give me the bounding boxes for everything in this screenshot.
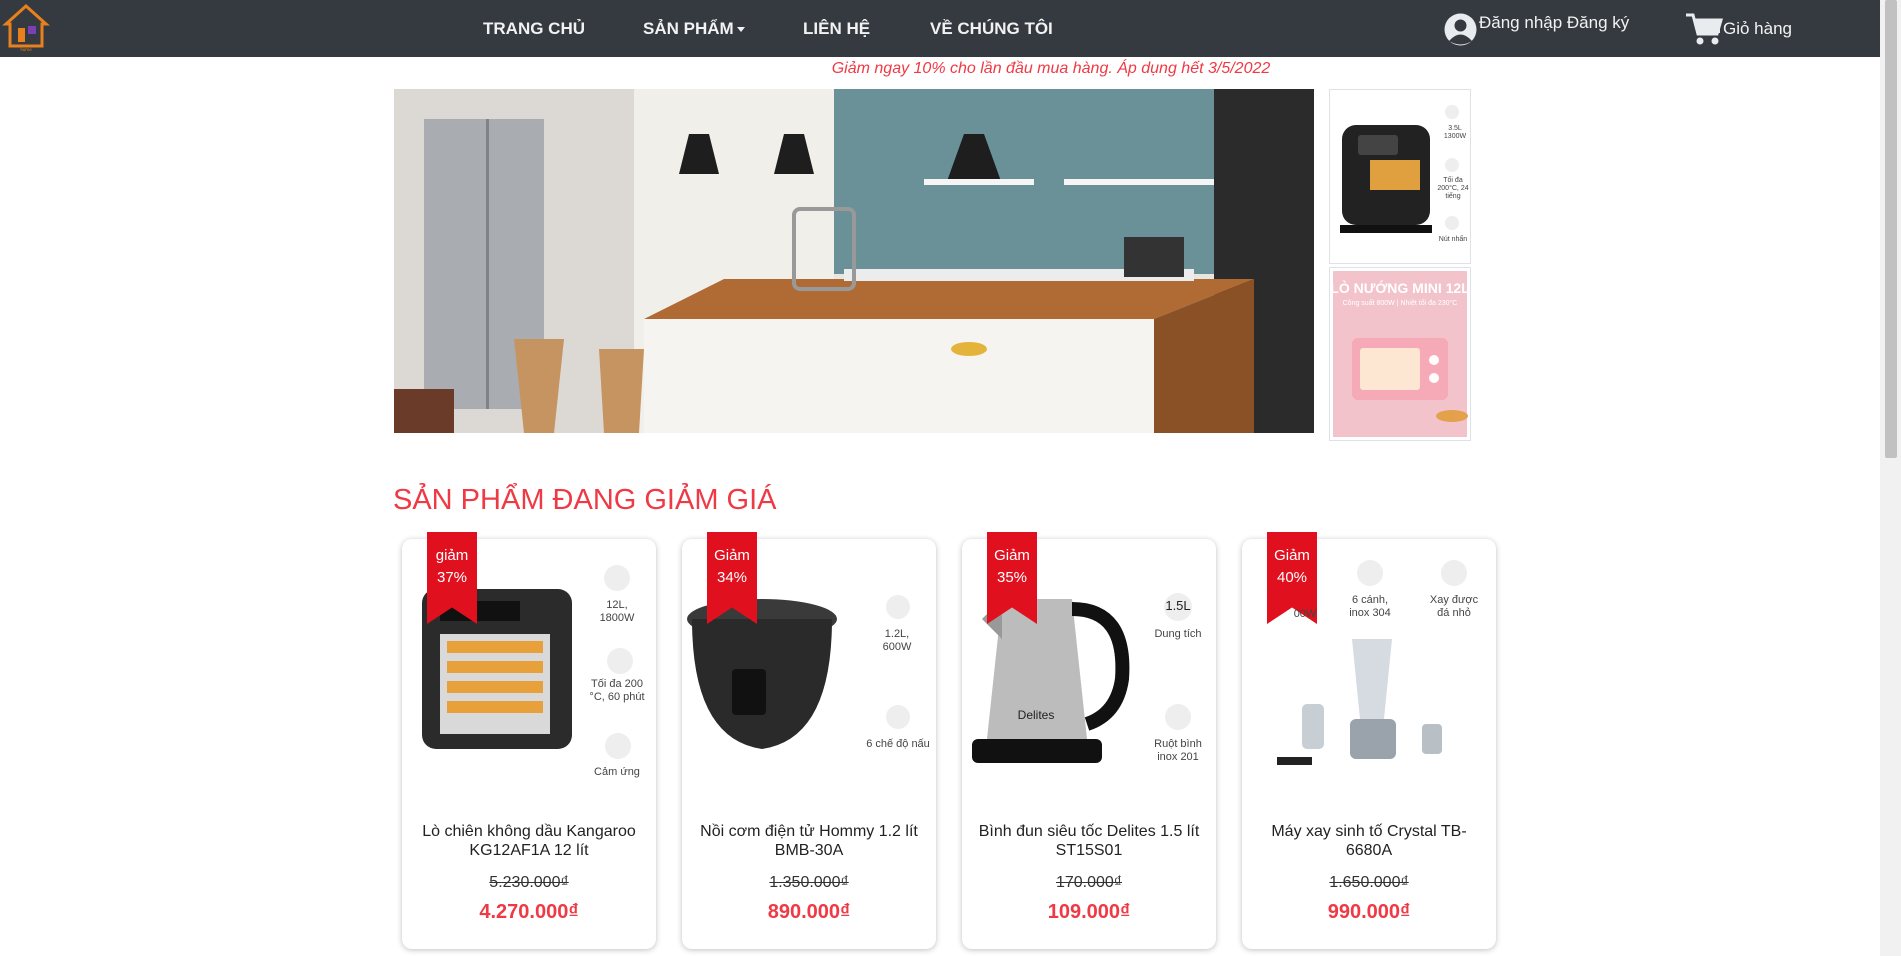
oven-banner-title: LÒ NƯỚNG MINI 12L xyxy=(1330,280,1470,296)
product-feature: 1.2L, 600W xyxy=(882,628,912,653)
cart-icon xyxy=(1686,13,1723,45)
discount-word: Giảm xyxy=(714,547,750,564)
product-name[interactable]: Nồi cơm điện tử Hommy 1.2 lít BMB-30A xyxy=(692,822,926,860)
discount-word: Giảm xyxy=(994,547,1030,564)
nav-contact[interactable]: LIÊN HỆ xyxy=(803,19,870,39)
nav-about[interactable]: VỀ CHÚNG TÔI xyxy=(930,19,1053,39)
oven-banner-subtitle: Công suất 800W | Nhiệt tối đa 230°C xyxy=(1342,300,1458,307)
top-navbar: home TRANG CHỦ SẢN PHẨM LIÊN HỆ VỀ CHÚNG… xyxy=(0,0,1880,57)
side-banner-airfryer[interactable]: 3.5L 1300W Tối đa 200°C, 24 tiếng Nút nh… xyxy=(1329,89,1471,264)
cart-label: Giỏ hàng xyxy=(1723,19,1792,38)
product-price: 890.000₫ xyxy=(767,901,851,923)
airfryer-feature-3: Nút nhấn xyxy=(1438,236,1468,243)
product-name[interactable]: Lò chiên không dầu Kangaroo KG12AF1A 12 … xyxy=(412,822,646,860)
chevron-down-icon xyxy=(736,27,745,33)
cart-link[interactable]: Giỏ hàng xyxy=(1685,12,1792,46)
product-feature: 12L, 1800W xyxy=(599,599,635,624)
discount-word: Giảm xyxy=(1274,547,1310,564)
product-old-price: 5.230.000₫ xyxy=(489,874,569,891)
product-feature: 6 chế độ nấu xyxy=(866,738,930,750)
product-card[interactable]: giảm 37% 12L, 1800W Tối đa 200 °C, 60 phú… xyxy=(402,532,656,949)
section-title: SẢN PHẨM ĐANG GIẢM GIÁ xyxy=(393,484,777,516)
side-banner-oven[interactable]: LÒ NƯỚNG MINI 12L Công suất 800W | Nhiệt… xyxy=(1329,267,1471,441)
product-feature: Tối đa 200 °C, 60 phút xyxy=(589,678,645,703)
product-price: 990.000₫ xyxy=(1327,901,1411,923)
discount-percent: 34% xyxy=(716,569,748,586)
discount-percent: 35% xyxy=(996,569,1028,586)
kettle-brand-text: Delites xyxy=(1017,708,1055,722)
hero-carousel[interactable] xyxy=(394,89,1314,433)
nav-products[interactable]: SẢN PHẨM xyxy=(643,19,745,39)
nav-products-label: SẢN PHẨM xyxy=(643,19,734,38)
product-name[interactable]: Máy xay sinh tố Crystal TB-6680A xyxy=(1252,822,1486,860)
product-feature: 6 cánh, inox 304 xyxy=(1349,594,1391,619)
promo-text: Giảm ngay 10% cho lần đầu mua hàng. Áp d… xyxy=(831,60,1271,77)
airfryer-feature-1: 3.5L 1300W xyxy=(1443,125,1467,140)
user-icon xyxy=(1444,13,1477,46)
discount-percent: 37% xyxy=(436,569,468,586)
discount-percent: 40% xyxy=(1276,569,1308,586)
product-feature: Xay được đá nhỏ xyxy=(1429,594,1479,619)
product-feature: 00W xyxy=(1293,608,1317,620)
product-old-price: 1.650.000₫ xyxy=(1329,874,1409,891)
product-feature-capacity: 1.5L xyxy=(1165,598,1191,613)
product-feature: Ruột bình inox 201 xyxy=(1154,738,1202,763)
product-card[interactable]: Giảm 40% 00W 6 cánh, inox 304 Xay được đá… xyxy=(1242,532,1496,949)
product-name[interactable]: Bình đun siêu tốc Delites 1.5 lít ST15S0… xyxy=(972,822,1206,860)
auth-label[interactable]: Đăng nhập Đăng ký xyxy=(1479,13,1629,33)
airfryer-feature-2: Tối đa 200°C, 24 tiếng xyxy=(1437,177,1469,200)
svg-text:home: home xyxy=(20,47,32,52)
product-card[interactable]: Giảm 34% 1.2L, 600W 6 chế độ nấu Nồi cơm … xyxy=(682,532,936,949)
product-old-price: 1.350.000₫ xyxy=(769,874,849,891)
auth-links[interactable]: Đăng nhập Đăng ký xyxy=(1444,13,1629,46)
product-card[interactable]: Giảm 35% 1.5L Dung tích Ruột bình inox 20… xyxy=(962,532,1216,949)
nav-home[interactable]: TRANG CHỦ xyxy=(483,19,585,39)
product-old-price: 170.000₫ xyxy=(1055,874,1123,891)
product-feature: Dung tích xyxy=(1154,628,1202,640)
product-price: 109.000₫ xyxy=(1047,901,1131,923)
kitchen-banner-image xyxy=(394,89,1314,433)
product-feature: Cảm ứng xyxy=(594,766,640,778)
site-logo[interactable]: home xyxy=(2,2,50,52)
product-price: 4.270.000₫ xyxy=(479,901,579,923)
discount-word: giảm xyxy=(435,547,469,564)
